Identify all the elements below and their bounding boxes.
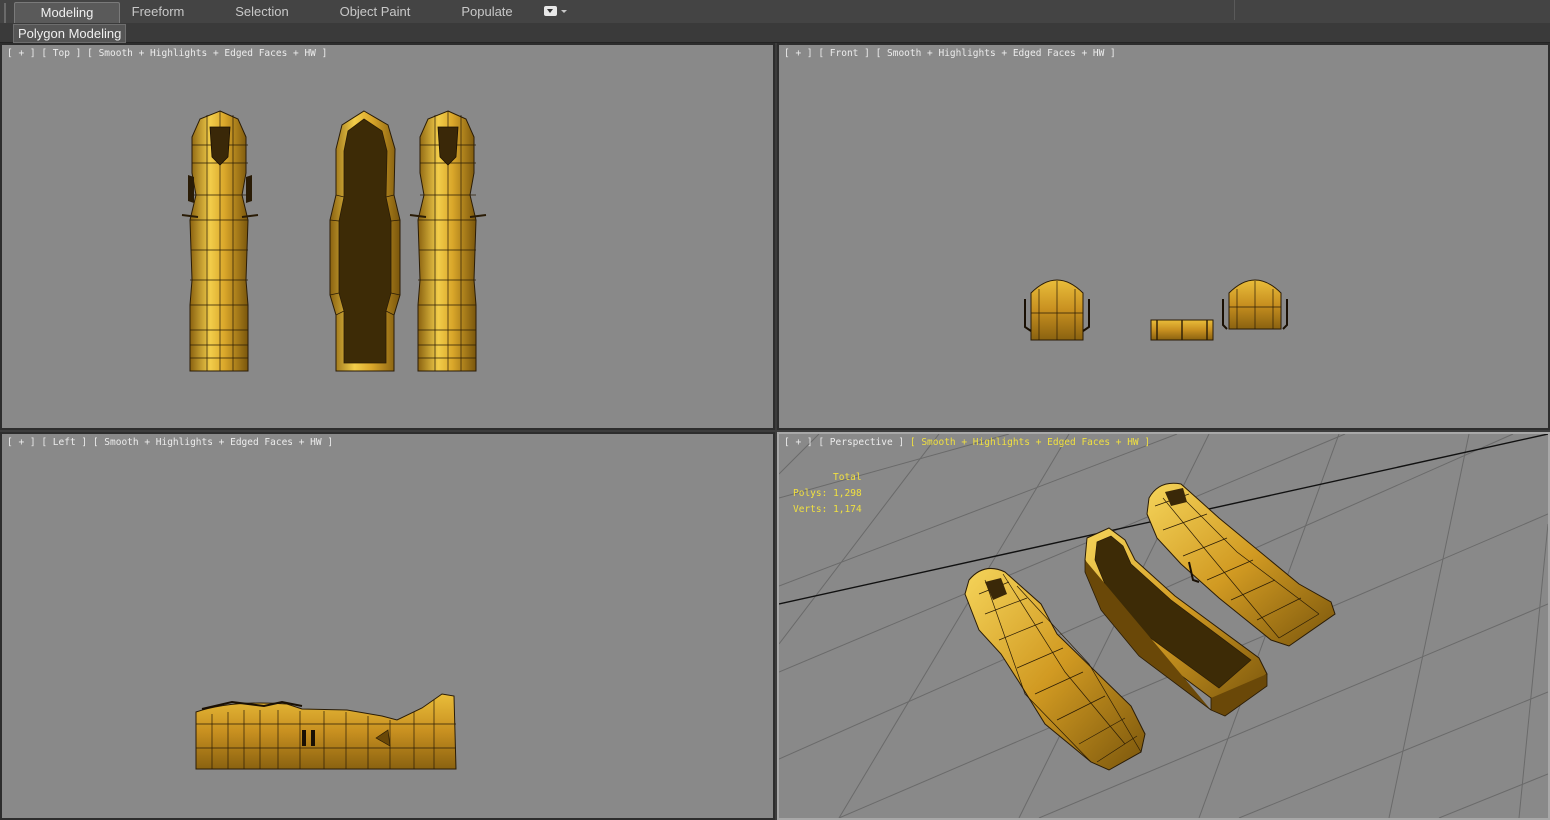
polys-value: 1,298: [833, 488, 862, 499]
stats-title: Total: [833, 472, 862, 483]
viewport-label-perspective: [ + ] [ Perspective ] [ Smooth + Highlig…: [784, 437, 1150, 449]
viewport-point-of-view-menu[interactable]: [ Front ]: [818, 48, 869, 59]
sarcophagus-lid-icon[interactable]: [1024, 279, 1090, 341]
viewport-point-of-view-menu[interactable]: [ Perspective ]: [818, 437, 904, 448]
polygon-modeling-panel-button[interactable]: Polygon Modeling: [13, 24, 127, 43]
viewport-shading-menu[interactable]: [ Smooth + Highlights + Edged Faces + HW…: [876, 48, 1116, 59]
stats-verts: Verts: 1,174: [793, 502, 862, 518]
front-view-scene: [1024, 279, 1288, 341]
tab-freeform[interactable]: Freeform: [118, 2, 198, 22]
ribbon-divider: [1234, 0, 1235, 20]
sarcophagus-figure-icon[interactable]: [409, 110, 487, 372]
viewport-front[interactable]: [ + ] [ Front ] [ Smooth + Highlights + …: [777, 43, 1550, 430]
viewport-point-of-view-menu[interactable]: [ Left ]: [41, 437, 87, 448]
viewport-shading-menu[interactable]: [ Smooth + Highlights + Edged Faces + HW…: [910, 437, 1150, 448]
viewport-point-of-view-menu[interactable]: [ Top ]: [41, 48, 81, 59]
viewport-menu-plus[interactable]: [ + ]: [784, 48, 813, 59]
viewport-menu-plus[interactable]: [ + ]: [7, 437, 36, 448]
viewport-top[interactable]: [ + ] [ Top ] [ Smooth + Highlights + Ed…: [0, 43, 775, 430]
sarcophagus-base-icon[interactable]: [329, 110, 401, 372]
viewport-left[interactable]: [ + ] [ Left ] [ Smooth + Highlights + E…: [0, 432, 775, 820]
viewport-menu-plus[interactable]: [ + ]: [7, 48, 36, 59]
perspective-view-scene: [779, 434, 1548, 818]
verts-label: Verts:: [793, 504, 828, 515]
sarcophagus-side-icon[interactable]: [195, 693, 457, 770]
tab-object-paint[interactable]: Object Paint: [326, 2, 424, 22]
sarcophagus-figure-icon[interactable]: [1222, 279, 1288, 330]
tab-selection[interactable]: Selection: [214, 2, 310, 22]
viewport-menu-plus[interactable]: [ + ]: [784, 437, 813, 448]
viewport-label-left: [ + ] [ Left ] [ Smooth + Highlights + E…: [7, 437, 333, 449]
sarcophagus-base-icon[interactable]: [1150, 319, 1214, 341]
viewport-shading-menu[interactable]: [ Smooth + Highlights + Edged Faces + HW…: [87, 48, 327, 59]
ribbon-panel-bar: Polygon Modeling: [0, 23, 1550, 43]
scene-statistics: Total Polys: 1,298 Verts: 1,174: [793, 470, 862, 518]
tab-populate[interactable]: Populate: [440, 2, 534, 22]
viewport-label-front: [ + ] [ Front ] [ Smooth + Highlights + …: [784, 48, 1116, 60]
viewport-shading-menu[interactable]: [ Smooth + Highlights + Edged Faces + HW…: [93, 437, 333, 448]
viewport-perspective[interactable]: [ + ] [ Perspective ] [ Smooth + Highlig…: [777, 432, 1550, 820]
sarcophagus-lid-icon[interactable]: [181, 110, 259, 372]
polys-label: Polys:: [793, 488, 828, 499]
top-view-scene: [181, 110, 487, 372]
stats-polys: Polys: 1,298: [793, 486, 862, 502]
dropdown-arrow-icon[interactable]: [544, 6, 567, 18]
tab-modeling[interactable]: Modeling: [14, 2, 120, 23]
verts-value: 1,174: [833, 504, 862, 515]
ribbon-tab-bar: Modeling Freeform Selection Object Paint…: [0, 0, 1550, 39]
viewport-label-top: [ + ] [ Top ] [ Smooth + Highlights + Ed…: [7, 48, 327, 60]
left-view-scene: [195, 693, 457, 770]
